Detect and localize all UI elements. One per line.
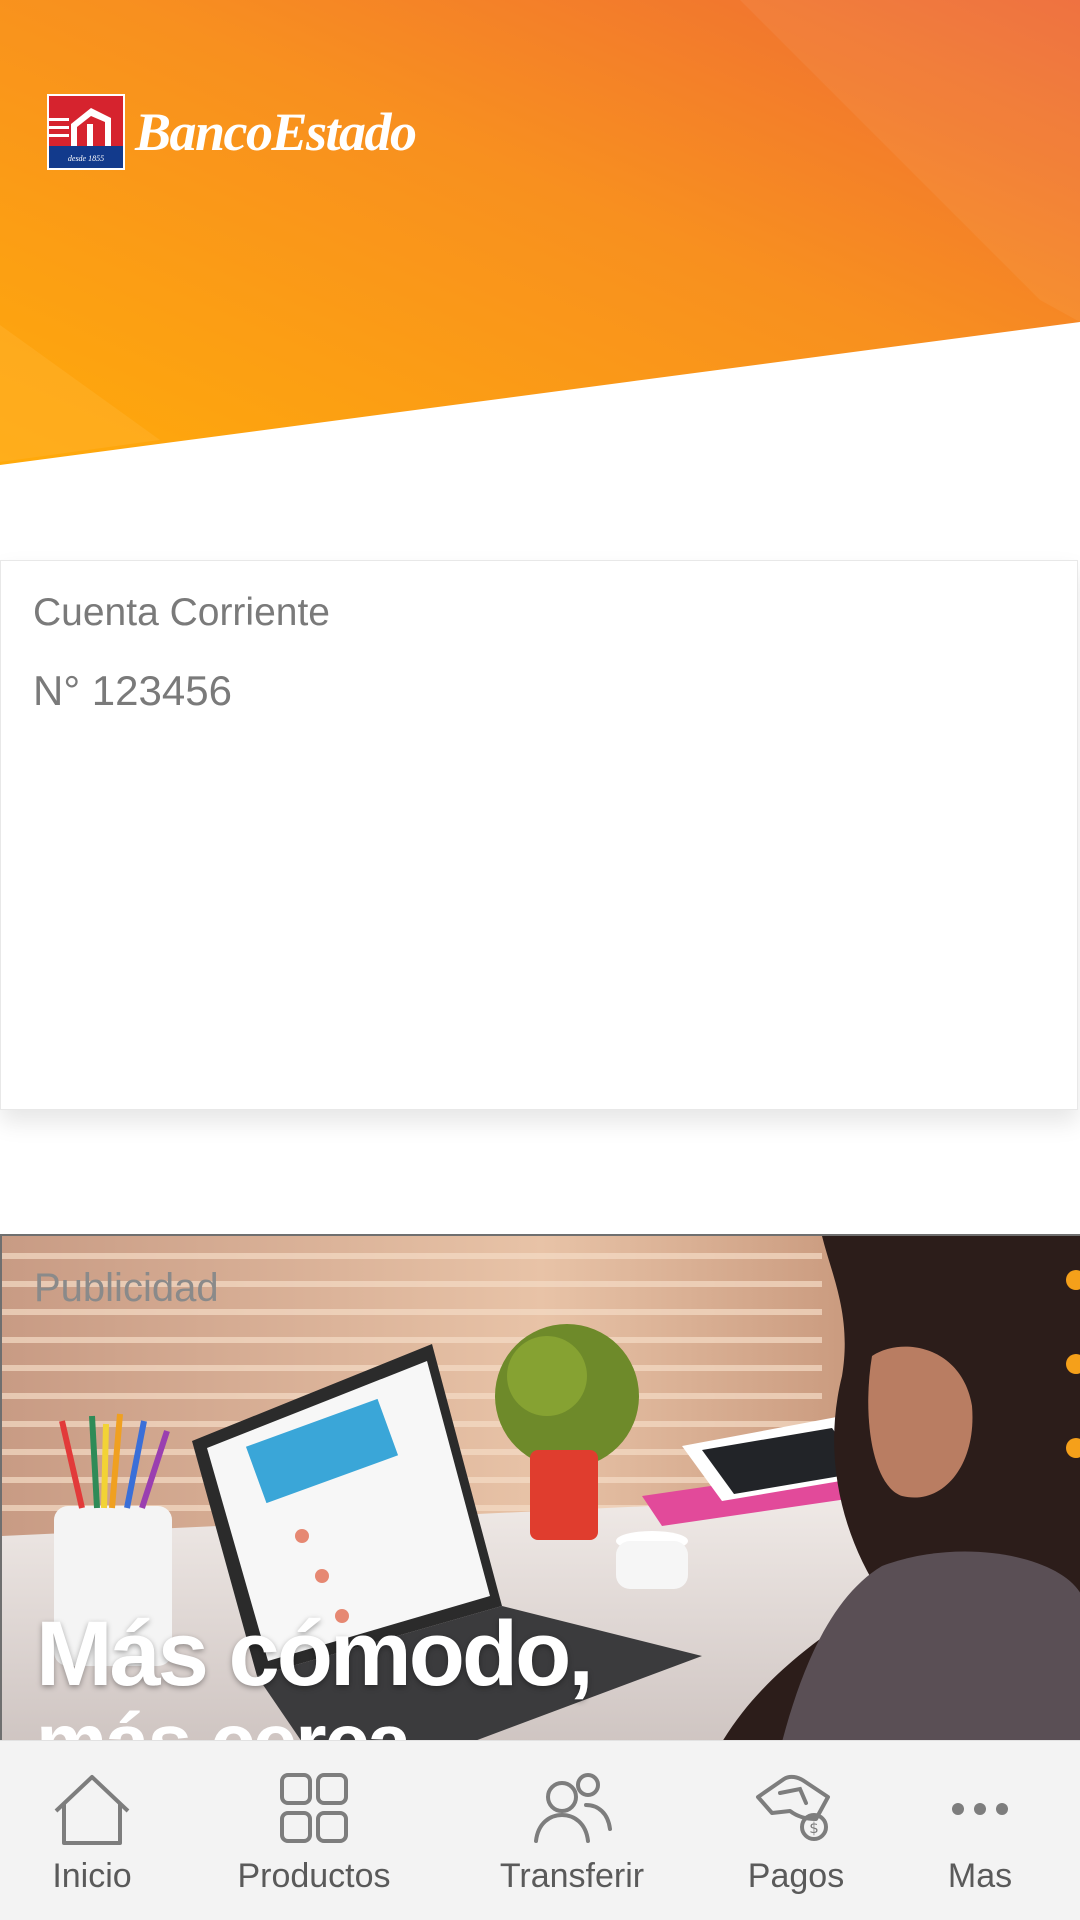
nav-item-pagos[interactable]: $ Pagos (740, 1741, 852, 1920)
ad-label: Publicidad (34, 1266, 219, 1310)
nav-label-inicio: Inicio (52, 1857, 132, 1895)
users-icon (534, 1773, 612, 1843)
payment-hand-icon: $ (756, 1774, 830, 1841)
nav-label-pagos: Pagos (747, 1857, 845, 1895)
brand-name: BancoEstado (135, 102, 417, 162)
nav-label-mas: Mas (947, 1857, 1013, 1895)
grid-icon (280, 1773, 348, 1843)
account-card[interactable]: Cuenta Corriente N° 123456 (0, 560, 1078, 1110)
bancoestado-logo: desde 1855 BancoEstado (47, 94, 417, 170)
ad-headline-continued: más cerca (36, 1702, 411, 1741)
nav-item-productos[interactable]: Productos (226, 1741, 402, 1920)
account-type: Cuenta Corriente (33, 591, 330, 634)
nav-item-mas[interactable]: Mas (930, 1741, 1030, 1920)
logo-caption: desde 1855 (68, 154, 104, 163)
ad-headline: Más cómodo, (36, 1603, 594, 1705)
nav-label-productos: Productos (237, 1857, 391, 1895)
nav-item-inicio[interactable]: Inicio (40, 1741, 144, 1920)
advertisement-banner[interactable]: Publicidad Más cómodo, más cerca (0, 1234, 1080, 1740)
header-banner: desde 1855 BancoEstado (0, 0, 1080, 470)
home-icon (54, 1775, 130, 1845)
bancoestado-logo-mark: desde 1855 (47, 94, 125, 170)
more-dots-icon (952, 1803, 1008, 1815)
nav-item-transferir[interactable]: Transferir (488, 1741, 656, 1920)
header-background (0, 0, 1080, 465)
nav-label-transferir: Transferir (499, 1857, 645, 1895)
account-number: N° 123456 (33, 667, 232, 714)
svg-text:$: $ (809, 1819, 819, 1837)
app-screen: desde 1855 BancoEstado Cuenta Corriente … (0, 0, 1080, 1920)
bottom-navigation: Inicio Productos Transferir $ Pagos Mas (0, 1740, 1080, 1920)
